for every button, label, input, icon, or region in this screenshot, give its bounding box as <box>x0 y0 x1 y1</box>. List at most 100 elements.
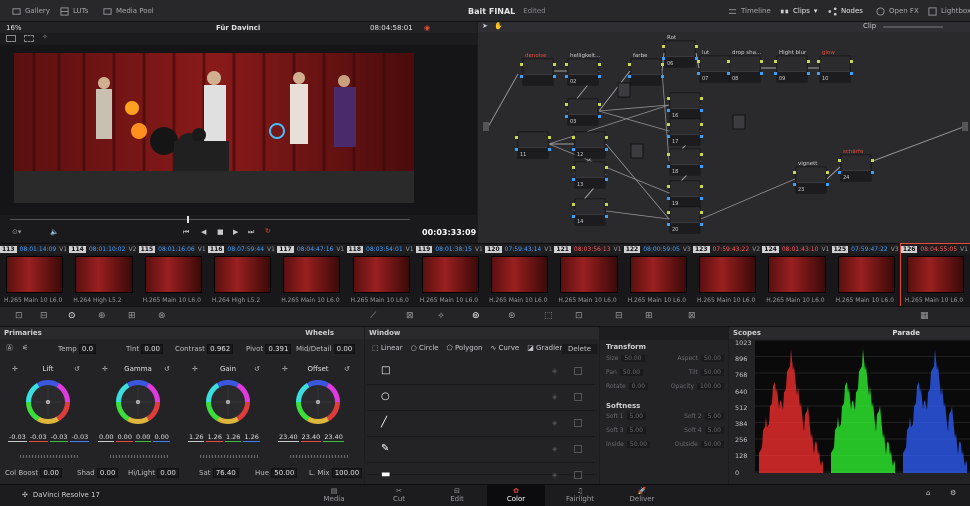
highlight-icon[interactable]: ✧ <box>42 33 48 41</box>
video-frame[interactable] <box>14 53 414 203</box>
wheel-value[interactable]: 0.00 <box>134 433 152 442</box>
loop-options-icon[interactable]: ⊙▾ <box>12 228 21 236</box>
color-match-icon[interactable]: ⊟ <box>40 311 48 321</box>
wheel-value[interactable]: 0.00 <box>153 433 170 442</box>
page-tab-edit[interactable]: ⊟ Edit <box>428 484 486 506</box>
wheel-value[interactable]: -0.03 <box>8 433 27 442</box>
scrub-playhead[interactable] <box>187 216 189 223</box>
hand-icon[interactable]: ✋ <box>494 22 503 30</box>
timeline-button[interactable]: Timeline <box>728 0 771 22</box>
reverse-play-icon[interactable]: ◀ <box>201 228 206 236</box>
clip-mode-dropdown[interactable]: Clip <box>863 22 876 30</box>
linear-window-button[interactable]: ⬚ Linear <box>372 344 403 352</box>
wheel-dial[interactable] <box>20 455 78 458</box>
skip-start-icon[interactable]: ⏮ <box>183 228 189 237</box>
magic-mask-icon[interactable]: ⬚ <box>544 311 553 321</box>
blur-icon[interactable]: ⊡ <box>575 311 583 321</box>
timeline-clip[interactable]: 120 07:59:43:14 V1 H.265 Main 10 L6.0 <box>485 244 555 307</box>
timeline-clip[interactable]: 122 08:00:59:05 V3 H.265 Main 10 L6.0 <box>623 244 693 307</box>
scopes-toggle-icon[interactable]: ▦ <box>920 311 929 321</box>
primaries-mode-dropdown[interactable]: Wheels <box>305 329 334 337</box>
loop-icon[interactable]: ↻ <box>265 227 271 235</box>
window-invert-checkbox[interactable] <box>574 471 582 479</box>
wheel-value[interactable]: 1.26 <box>206 433 223 442</box>
stop-icon[interactable]: ■ <box>217 228 224 236</box>
lmix-control[interactable]: L. Mix 100.00 <box>309 468 363 478</box>
settings-gear-icon[interactable]: ⚙ <box>950 489 956 497</box>
wheel-value[interactable]: -0.03 <box>28 433 48 442</box>
hdr-icon[interactable]: ⊕ <box>98 311 106 321</box>
home-icon[interactable]: ⌂ <box>926 489 930 497</box>
transform-field[interactable]: Opacity 100.00 <box>671 383 724 390</box>
circle-window-button[interactable]: ○ Circle <box>411 344 439 352</box>
wheel-value[interactable]: 23.40 <box>278 433 299 442</box>
pen-shape-icon[interactable]: ✎ <box>381 443 389 454</box>
zoom-dropdown[interactable]: 16% <box>6 24 22 32</box>
timeline-clip[interactable]: 119 08:01:38:15 V1 H.265 Main 10 L6.0 <box>415 244 486 307</box>
gradient-window-button[interactable]: ◪ Gradient <box>527 344 566 352</box>
rgb-mixer-icon[interactable]: ⊞ <box>128 311 136 321</box>
transform-field[interactable]: Soft 2 5.00 <box>684 413 724 420</box>
wheel-value[interactable]: -0.03 <box>70 433 90 442</box>
wheel-value[interactable]: 0.00 <box>98 433 115 442</box>
transform-field[interactable]: Soft 3 5.00 <box>606 427 646 434</box>
record-icon[interactable]: ◉ <box>424 24 430 32</box>
window-enable-icon[interactable]: ◈ <box>552 445 557 453</box>
gallery-button[interactable]: Gallery <box>12 0 50 22</box>
transform-field[interactable]: Size 50.00 <box>606 355 645 362</box>
delete-window-button[interactable]: Delete <box>562 344 597 354</box>
circle-shape-icon[interactable]: ○ <box>381 391 390 402</box>
viewer-mode-icon[interactable] <box>6 35 16 42</box>
wheel-dial[interactable] <box>110 455 168 458</box>
timeline-clip[interactable]: 115 08:01:16:06 V1 H.265 Main 10 L6.0 <box>138 244 208 307</box>
window-enable-icon[interactable]: ◈ <box>552 419 557 427</box>
wheel-value[interactable]: 23.40 <box>323 433 344 442</box>
timeline-clip[interactable]: 125 07:59:47:22 V3 H.265 Main 10 L6.0 <box>831 244 901 307</box>
window-enable-icon[interactable]: ◈ <box>552 367 557 375</box>
qualifier-icon[interactable]: ⟡ <box>438 311 444 321</box>
3d-icon[interactable]: ⊠ <box>688 311 696 321</box>
reset-icon[interactable]: ↺ <box>164 365 170 373</box>
page-tab-fairlight[interactable]: ♫ Fairlight <box>551 484 609 506</box>
transform-field[interactable]: Tilt 50.00 <box>689 369 724 376</box>
polygon-window-button[interactable]: ⬠ Polygon <box>447 344 483 352</box>
window-shape-row[interactable]: ○ ◈ <box>367 385 595 411</box>
window-invert-checkbox[interactable] <box>574 445 582 453</box>
transform-field[interactable]: Outside 50.00 <box>675 441 724 448</box>
timeline-clip[interactable]: 123 07:59:43:22 V2 H.265 Main 10 L6.0 <box>693 244 763 307</box>
page-tab-color[interactable]: ✿ Color <box>487 484 545 506</box>
transform-field[interactable]: Pan 50.00 <box>606 369 644 376</box>
color-wheel-lift[interactable]: Lift ✛ ↺ -0.03 -0.03 -0.03 -0.03 <box>8 348 98 478</box>
skip-end-icon[interactable]: ⏭ <box>248 228 254 237</box>
color-wheel-gain[interactable]: Gain ✛ ↺ 1.26 1.26 1.26 1.26 <box>188 348 278 478</box>
wheel-value[interactable]: 23.40 <box>300 433 322 442</box>
window-invert-checkbox[interactable] <box>574 419 582 427</box>
node-editor[interactable]: denoise 02 helligkeit... 03 farbe 06 Rot 07 lut 0… <box>478 22 970 243</box>
reset-icon[interactable]: ↺ <box>74 365 80 373</box>
wheel-value[interactable]: 1.26 <box>188 433 205 442</box>
luts-button[interactable]: LUTs <box>60 0 88 22</box>
crosshair-icon[interactable]: ✛ <box>192 365 198 373</box>
timeline-name[interactable]: Für Davinci <box>216 24 260 32</box>
openfx-button[interactable]: Open FX <box>876 0 919 22</box>
sat-control[interactable]: Sat 76.40 <box>199 468 239 478</box>
crosshair-icon[interactable]: ✛ <box>282 365 288 373</box>
volume-icon[interactable]: 🔈 <box>50 228 59 236</box>
page-tab-media[interactable]: ▤ Media <box>305 484 363 506</box>
curves-icon[interactable]: ⟋ <box>370 311 376 321</box>
scope-mode-dropdown[interactable]: Parade <box>892 329 920 337</box>
wheel-value[interactable]: 1.26 <box>243 433 260 442</box>
tracker-icon[interactable]: ⊛ <box>508 311 516 321</box>
timeline-clip[interactable]: 113 08:01:14:09 V1 H.265 Main 10 L6.0 <box>0 244 70 307</box>
media-pool-button[interactable]: Media Pool <box>103 0 154 22</box>
wheel-value[interactable]: -0.03 <box>49 433 69 442</box>
wheel-value[interactable]: 1.26 <box>224 433 242 442</box>
transform-field[interactable]: Soft 1 5.00 <box>606 413 646 420</box>
page-tab-cut[interactable]: ✂ Cut <box>370 484 428 506</box>
transform-field[interactable]: Inside 50.00 <box>606 441 651 448</box>
camera-raw-icon[interactable]: ⊡ <box>15 311 23 321</box>
window-enable-icon[interactable]: ◈ <box>552 393 557 401</box>
timeline-clip[interactable]: 114 08:01:10:02 V2 H.264 High L5.2 <box>69 244 139 307</box>
timeline-clip[interactable]: 121 08:03:56:13 V1 H.265 Main 10 L6.0 <box>554 244 624 307</box>
timeline-clip[interactable]: 116 08:07:59:44 V1 H.264 High L5.2 <box>207 244 278 307</box>
